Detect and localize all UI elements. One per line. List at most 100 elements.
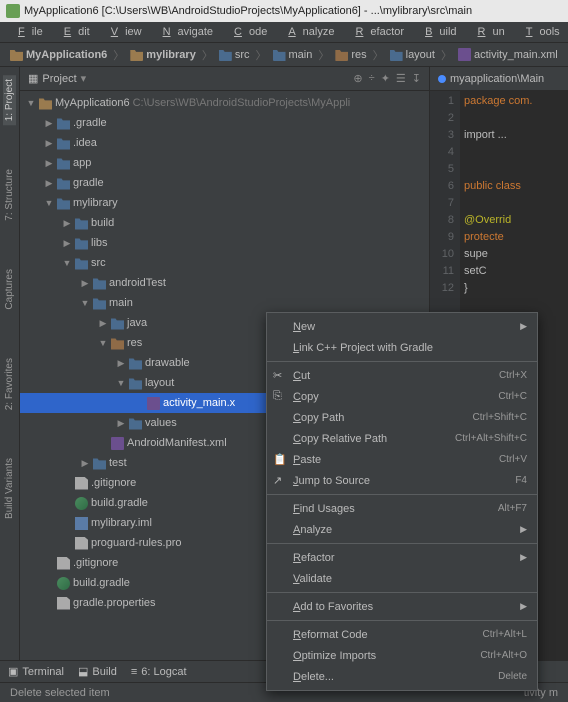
breadcrumb-main[interactable]: main <box>269 46 317 63</box>
menu-item-analyze[interactable]: Analyze▶ <box>267 519 537 540</box>
menu-separator <box>267 361 537 362</box>
tree-node-main[interactable]: ▼main <box>20 293 429 313</box>
gradle-icon <box>75 497 88 510</box>
folder-b-icon <box>129 417 142 430</box>
editor-tab[interactable]: myapplication\Main <box>430 67 568 91</box>
panel-tool[interactable]: ↧ <box>412 72 421 85</box>
tree-node-libs[interactable]: ▶libs <box>20 233 429 253</box>
file-icon <box>57 597 70 610</box>
expand-arrow-icon[interactable]: ▼ <box>62 258 72 268</box>
app-icon <box>6 4 20 18</box>
breadcrumb-bar: MyApplication6〉mylibrary〉src〉main〉res〉la… <box>0 43 568 67</box>
menu-item-validate[interactable]: Validate <box>267 568 537 589</box>
expand-arrow-icon[interactable]: ▶ <box>62 238 72 249</box>
project-panel-tools[interactable]: ⊕ ÷ ✦ ☰ ↧ <box>353 72 421 85</box>
breadcrumb-MyApplication6[interactable]: MyApplication6 <box>6 46 111 63</box>
menu-tools[interactable]: Tools <box>512 24 567 40</box>
breadcrumb-layout[interactable]: layout <box>386 46 439 63</box>
menu-icon: ↗ <box>273 474 287 488</box>
menu-build[interactable]: Build <box>411 24 463 40</box>
folder-b-icon <box>273 48 286 61</box>
expand-arrow-icon[interactable]: ▼ <box>98 338 108 348</box>
expand-arrow-icon[interactable]: ▶ <box>62 218 72 229</box>
expand-arrow-icon[interactable]: ▶ <box>44 178 54 189</box>
expand-arrow-icon[interactable]: ▼ <box>26 98 36 108</box>
folder-r-icon <box>335 48 348 61</box>
breadcrumb-mylibrary[interactable]: mylibrary <box>126 46 200 63</box>
folder-b-icon <box>75 217 88 230</box>
menu-item-copy-path[interactable]: Copy PathCtrl+Shift+C <box>267 407 537 428</box>
menu-item-jump-to-source[interactable]: ↗Jump to SourceF4 <box>267 470 537 491</box>
expand-arrow-icon[interactable]: ▶ <box>80 458 90 469</box>
terminal-button[interactable]: ▣ Terminal <box>8 665 64 678</box>
menu-analyze[interactable]: Analyze <box>274 24 341 40</box>
tree-node-androidTest[interactable]: ▶androidTest <box>20 273 429 293</box>
file-icon <box>75 477 88 490</box>
tree-node-src[interactable]: ▼src <box>20 253 429 273</box>
panel-tool[interactable]: ☰ <box>396 72 406 85</box>
expand-arrow-icon[interactable]: ▶ <box>80 278 90 289</box>
context-menu[interactable]: New▶Link C++ Project with Gradle ✂CutCtrl… <box>266 312 538 691</box>
expand-arrow-icon[interactable]: ▶ <box>44 118 54 129</box>
left-tab-7--structure[interactable]: 7: Structure <box>3 165 16 225</box>
menu-item-new[interactable]: New▶ <box>267 316 537 337</box>
menu-item-refactor[interactable]: Refactor▶ <box>267 547 537 568</box>
expand-arrow-icon[interactable]: ▶ <box>116 358 126 369</box>
panel-tool[interactable]: ⊕ <box>353 72 362 85</box>
breadcrumb-res[interactable]: res <box>331 46 370 63</box>
left-tab-1--project[interactable]: 1: Project <box>3 75 16 125</box>
left-tab-build-variants[interactable]: Build Variants <box>3 454 16 523</box>
tree-node-build[interactable]: ▶build <box>20 213 429 233</box>
menu-refactor[interactable]: Refactor <box>341 24 411 40</box>
folder-b-icon <box>57 117 70 130</box>
folder-b-icon <box>57 197 70 210</box>
folder-b-icon <box>390 48 403 61</box>
menu-item-delete---[interactable]: Delete...Delete <box>267 666 537 687</box>
folder-b-icon <box>75 257 88 270</box>
menu-edit[interactable]: Edit <box>50 24 97 40</box>
left-toolbar: 1: Project 7: Structure Captures 2: Favorit… <box>0 67 20 660</box>
breadcrumb-activity_main.xml[interactable]: activity_main.xml <box>454 46 562 63</box>
menu-navigate[interactable]: Navigate <box>149 24 220 40</box>
logcat-button[interactable]: ≡ 6: Logcat <box>131 666 187 678</box>
menu-view[interactable]: View <box>97 24 149 40</box>
menu-item-optimize-imports[interactable]: Optimize ImportsCtrl+Alt+O <box>267 645 537 666</box>
expand-arrow-icon[interactable]: ▶ <box>44 158 54 169</box>
folder-b-icon <box>93 457 106 470</box>
file-icon <box>75 537 88 550</box>
menu-separator <box>267 620 537 621</box>
left-tab-2--favorites[interactable]: 2: Favorites <box>3 354 16 414</box>
menu-item-copy-relative-path[interactable]: Copy Relative PathCtrl+Alt+Shift+C <box>267 428 537 449</box>
menu-item-add-to-favorites[interactable]: Add to Favorites▶ <box>267 596 537 617</box>
expand-arrow-icon[interactable]: ▶ <box>44 138 54 149</box>
left-tab-captures[interactable]: Captures <box>3 265 16 314</box>
expand-arrow-icon[interactable]: ▼ <box>80 298 90 308</box>
window-title: MyApplication6 [C:\Users\WB\AndroidStudi… <box>24 5 472 17</box>
menu-run[interactable]: Run <box>464 24 512 40</box>
expand-arrow-icon[interactable]: ▼ <box>116 378 126 388</box>
tree-node-mylibrary[interactable]: ▼mylibrary <box>20 193 429 213</box>
menu-item-paste[interactable]: 📋PasteCtrl+V <box>267 449 537 470</box>
menu-file[interactable]: File <box>4 24 50 40</box>
panel-tool[interactable]: ÷ <box>369 72 375 85</box>
breadcrumb-src[interactable]: src <box>215 46 254 63</box>
tree-node-gradle[interactable]: ▶gradle <box>20 173 429 193</box>
menu-item-copy[interactable]: ⎘CopyCtrl+C <box>267 386 537 407</box>
menu-item-reformat-code[interactable]: Reformat CodeCtrl+Alt+L <box>267 624 537 645</box>
tree-node-app[interactable]: ▶app <box>20 153 429 173</box>
menu-separator <box>267 494 537 495</box>
tree-node-.idea[interactable]: ▶.idea <box>20 133 429 153</box>
menu-item-link-c---project-with-gradle[interactable]: Link C++ Project with Gradle <box>267 337 537 358</box>
menu-item-find-usages[interactable]: Find UsagesAlt+F7 <box>267 498 537 519</box>
expand-arrow-icon[interactable]: ▶ <box>98 318 108 329</box>
tree-node-.gradle[interactable]: ▶.gradle <box>20 113 429 133</box>
tree-node-MyApplication6[interactable]: ▼MyApplication6 C:\Users\WB\AndroidStudi… <box>20 93 429 113</box>
expand-arrow-icon[interactable]: ▼ <box>44 198 54 208</box>
menu-code[interactable]: Code <box>220 24 274 40</box>
build-button[interactable]: ⬓ Build <box>78 665 117 678</box>
panel-tool[interactable]: ✦ <box>381 72 390 85</box>
menu-item-cut[interactable]: ✂CutCtrl+X <box>267 365 537 386</box>
gradle-icon <box>57 577 70 590</box>
folder-icon <box>10 48 23 61</box>
expand-arrow-icon[interactable]: ▶ <box>116 418 126 429</box>
